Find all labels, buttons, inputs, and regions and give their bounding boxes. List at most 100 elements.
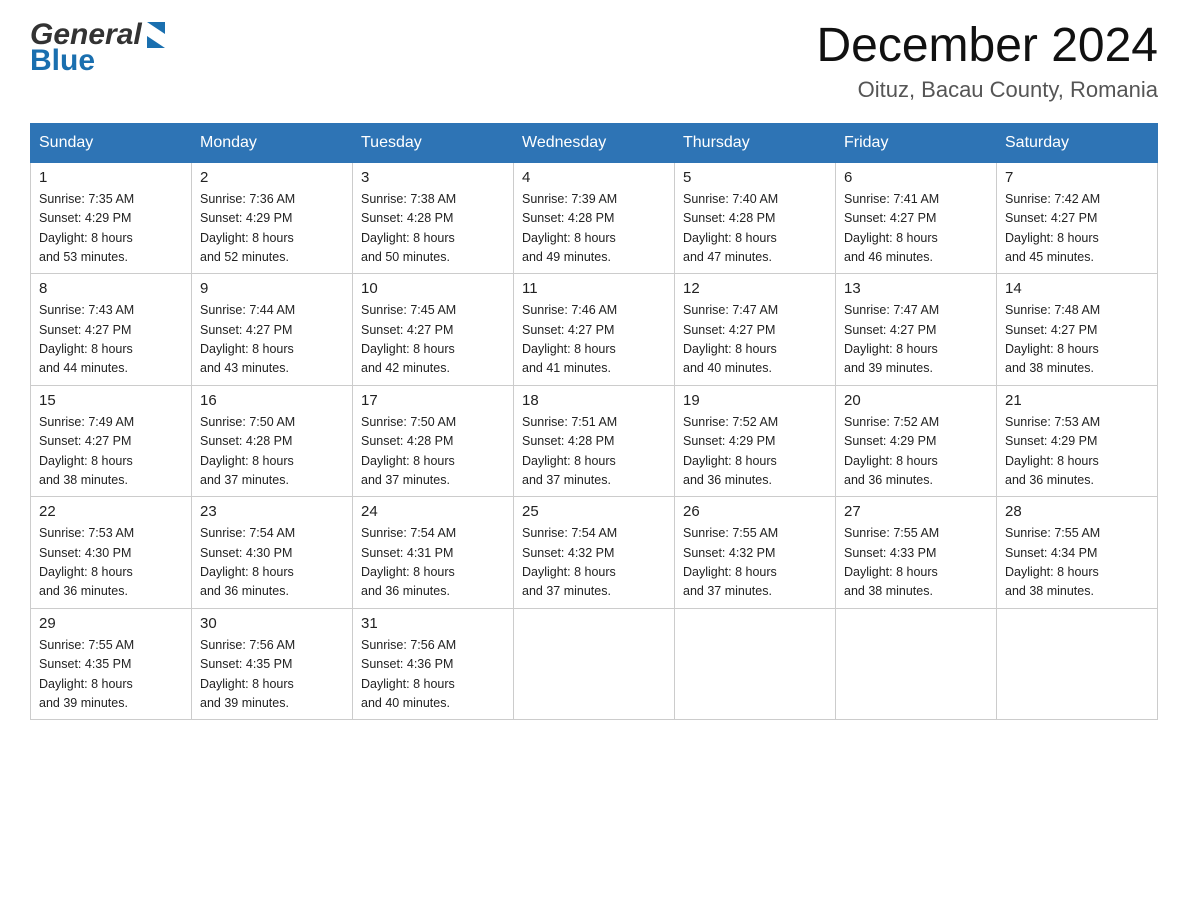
- day-number: 7: [1005, 169, 1149, 186]
- header-thursday: Thursday: [675, 123, 836, 162]
- day-number: 26: [683, 503, 827, 520]
- day-info: Sunrise: 7:52 AM Sunset: 4:29 PM Dayligh…: [683, 413, 827, 491]
- calendar-cell: [675, 608, 836, 720]
- calendar-cell: 6 Sunrise: 7:41 AM Sunset: 4:27 PM Dayli…: [836, 162, 997, 274]
- calendar-cell: 26 Sunrise: 7:55 AM Sunset: 4:32 PM Dayl…: [675, 497, 836, 609]
- day-number: 10: [361, 280, 505, 297]
- day-number: 25: [522, 503, 666, 520]
- calendar-cell: 29 Sunrise: 7:55 AM Sunset: 4:35 PM Dayl…: [31, 608, 192, 720]
- calendar-cell: 16 Sunrise: 7:50 AM Sunset: 4:28 PM Dayl…: [192, 385, 353, 497]
- day-info: Sunrise: 7:56 AM Sunset: 4:35 PM Dayligh…: [200, 636, 344, 714]
- day-info: Sunrise: 7:45 AM Sunset: 4:27 PM Dayligh…: [361, 301, 505, 379]
- day-number: 21: [1005, 392, 1149, 409]
- header-tuesday: Tuesday: [353, 123, 514, 162]
- calendar-cell: 13 Sunrise: 7:47 AM Sunset: 4:27 PM Dayl…: [836, 274, 997, 386]
- day-number: 2: [200, 169, 344, 186]
- day-number: 14: [1005, 280, 1149, 297]
- day-info: Sunrise: 7:38 AM Sunset: 4:28 PM Dayligh…: [361, 190, 505, 268]
- calendar-cell: [514, 608, 675, 720]
- day-info: Sunrise: 7:47 AM Sunset: 4:27 PM Dayligh…: [683, 301, 827, 379]
- day-number: 8: [39, 280, 183, 297]
- day-info: Sunrise: 7:50 AM Sunset: 4:28 PM Dayligh…: [200, 413, 344, 491]
- day-info: Sunrise: 7:40 AM Sunset: 4:28 PM Dayligh…: [683, 190, 827, 268]
- day-number: 13: [844, 280, 988, 297]
- day-info: Sunrise: 7:41 AM Sunset: 4:27 PM Dayligh…: [844, 190, 988, 268]
- day-info: Sunrise: 7:39 AM Sunset: 4:28 PM Dayligh…: [522, 190, 666, 268]
- day-number: 22: [39, 503, 183, 520]
- day-number: 20: [844, 392, 988, 409]
- day-info: Sunrise: 7:46 AM Sunset: 4:27 PM Dayligh…: [522, 301, 666, 379]
- weekday-header-row: Sunday Monday Tuesday Wednesday Thursday…: [31, 123, 1158, 162]
- day-info: Sunrise: 7:54 AM Sunset: 4:32 PM Dayligh…: [522, 524, 666, 602]
- day-info: Sunrise: 7:53 AM Sunset: 4:30 PM Dayligh…: [39, 524, 183, 602]
- calendar-cell: 12 Sunrise: 7:47 AM Sunset: 4:27 PM Dayl…: [675, 274, 836, 386]
- day-number: 9: [200, 280, 344, 297]
- day-info: Sunrise: 7:54 AM Sunset: 4:30 PM Dayligh…: [200, 524, 344, 602]
- day-info: Sunrise: 7:53 AM Sunset: 4:29 PM Dayligh…: [1005, 413, 1149, 491]
- logo-flag-icon: [145, 20, 167, 48]
- day-info: Sunrise: 7:47 AM Sunset: 4:27 PM Dayligh…: [844, 301, 988, 379]
- calendar-cell: 5 Sunrise: 7:40 AM Sunset: 4:28 PM Dayli…: [675, 162, 836, 274]
- day-number: 12: [683, 280, 827, 297]
- calendar-cell: 4 Sunrise: 7:39 AM Sunset: 4:28 PM Dayli…: [514, 162, 675, 274]
- calendar-cell: 17 Sunrise: 7:50 AM Sunset: 4:28 PM Dayl…: [353, 385, 514, 497]
- calendar-cell: 20 Sunrise: 7:52 AM Sunset: 4:29 PM Dayl…: [836, 385, 997, 497]
- day-number: 28: [1005, 503, 1149, 520]
- day-info: Sunrise: 7:48 AM Sunset: 4:27 PM Dayligh…: [1005, 301, 1149, 379]
- calendar-cell: 15 Sunrise: 7:49 AM Sunset: 4:27 PM Dayl…: [31, 385, 192, 497]
- header-saturday: Saturday: [997, 123, 1158, 162]
- logo: General Blue: [30, 20, 167, 76]
- day-number: 27: [844, 503, 988, 520]
- header-monday: Monday: [192, 123, 353, 162]
- calendar-cell: 14 Sunrise: 7:48 AM Sunset: 4:27 PM Dayl…: [997, 274, 1158, 386]
- page-header: General Blue December 2024 Oituz, Bacau …: [30, 20, 1158, 103]
- calendar-cell: 2 Sunrise: 7:36 AM Sunset: 4:29 PM Dayli…: [192, 162, 353, 274]
- week-row-3: 15 Sunrise: 7:49 AM Sunset: 4:27 PM Dayl…: [31, 385, 1158, 497]
- day-info: Sunrise: 7:55 AM Sunset: 4:33 PM Dayligh…: [844, 524, 988, 602]
- day-number: 30: [200, 615, 344, 632]
- calendar-cell: [997, 608, 1158, 720]
- day-number: 11: [522, 280, 666, 297]
- week-row-5: 29 Sunrise: 7:55 AM Sunset: 4:35 PM Dayl…: [31, 608, 1158, 720]
- day-number: 16: [200, 392, 344, 409]
- day-number: 1: [39, 169, 183, 186]
- day-number: 23: [200, 503, 344, 520]
- day-info: Sunrise: 7:42 AM Sunset: 4:27 PM Dayligh…: [1005, 190, 1149, 268]
- calendar-cell: 28 Sunrise: 7:55 AM Sunset: 4:34 PM Dayl…: [997, 497, 1158, 609]
- day-info: Sunrise: 7:51 AM Sunset: 4:28 PM Dayligh…: [522, 413, 666, 491]
- calendar-cell: 22 Sunrise: 7:53 AM Sunset: 4:30 PM Dayl…: [31, 497, 192, 609]
- day-number: 17: [361, 392, 505, 409]
- header-sunday: Sunday: [31, 123, 192, 162]
- day-info: Sunrise: 7:52 AM Sunset: 4:29 PM Dayligh…: [844, 413, 988, 491]
- week-row-1: 1 Sunrise: 7:35 AM Sunset: 4:29 PM Dayli…: [31, 162, 1158, 274]
- calendar-cell: 9 Sunrise: 7:44 AM Sunset: 4:27 PM Dayli…: [192, 274, 353, 386]
- header-friday: Friday: [836, 123, 997, 162]
- calendar-cell: 18 Sunrise: 7:51 AM Sunset: 4:28 PM Dayl…: [514, 385, 675, 497]
- day-info: Sunrise: 7:54 AM Sunset: 4:31 PM Dayligh…: [361, 524, 505, 602]
- day-number: 6: [844, 169, 988, 186]
- calendar-cell: 30 Sunrise: 7:56 AM Sunset: 4:35 PM Dayl…: [192, 608, 353, 720]
- calendar-cell: 23 Sunrise: 7:54 AM Sunset: 4:30 PM Dayl…: [192, 497, 353, 609]
- day-info: Sunrise: 7:56 AM Sunset: 4:36 PM Dayligh…: [361, 636, 505, 714]
- day-number: 31: [361, 615, 505, 632]
- day-number: 29: [39, 615, 183, 632]
- day-info: Sunrise: 7:36 AM Sunset: 4:29 PM Dayligh…: [200, 190, 344, 268]
- day-info: Sunrise: 7:35 AM Sunset: 4:29 PM Dayligh…: [39, 190, 183, 268]
- calendar-cell: 21 Sunrise: 7:53 AM Sunset: 4:29 PM Dayl…: [997, 385, 1158, 497]
- week-row-2: 8 Sunrise: 7:43 AM Sunset: 4:27 PM Dayli…: [31, 274, 1158, 386]
- day-info: Sunrise: 7:55 AM Sunset: 4:34 PM Dayligh…: [1005, 524, 1149, 602]
- calendar-table: Sunday Monday Tuesday Wednesday Thursday…: [30, 123, 1158, 721]
- calendar-cell: 11 Sunrise: 7:46 AM Sunset: 4:27 PM Dayl…: [514, 274, 675, 386]
- calendar-cell: 27 Sunrise: 7:55 AM Sunset: 4:33 PM Dayl…: [836, 497, 997, 609]
- day-number: 24: [361, 503, 505, 520]
- title-block: December 2024 Oituz, Bacau County, Roman…: [816, 20, 1158, 103]
- calendar-cell: 8 Sunrise: 7:43 AM Sunset: 4:27 PM Dayli…: [31, 274, 192, 386]
- day-info: Sunrise: 7:43 AM Sunset: 4:27 PM Dayligh…: [39, 301, 183, 379]
- day-number: 15: [39, 392, 183, 409]
- day-number: 3: [361, 169, 505, 186]
- day-info: Sunrise: 7:55 AM Sunset: 4:32 PM Dayligh…: [683, 524, 827, 602]
- location-title: Oituz, Bacau County, Romania: [816, 77, 1158, 103]
- calendar-cell: 3 Sunrise: 7:38 AM Sunset: 4:28 PM Dayli…: [353, 162, 514, 274]
- month-title: December 2024: [816, 20, 1158, 73]
- day-number: 18: [522, 392, 666, 409]
